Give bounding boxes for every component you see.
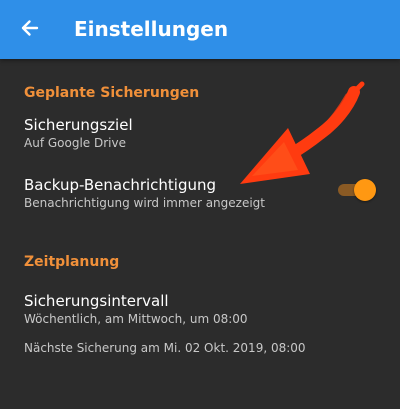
section-header-scheduled-backups: Geplante Sicherungen <box>24 85 200 101</box>
pref-summary: Wöchentlich, am Mittwoch, um 08:00 <box>24 312 248 326</box>
app-bar: Einstellungen <box>0 0 400 59</box>
toggle-thumb <box>354 179 376 201</box>
section-header-scheduling: Zeitplanung <box>24 254 120 270</box>
pref-summary: Benachrichtigung wird immer angezeigt <box>24 196 265 210</box>
pref-title: Backup-Benachrichtigung <box>24 176 217 194</box>
notification-toggle[interactable] <box>338 179 376 201</box>
pref-backup-interval[interactable]: Sicherungsintervall Wöchentlich, am Mitt… <box>0 291 400 361</box>
page-title: Einstellungen <box>74 17 229 41</box>
back-button[interactable] <box>12 10 48 46</box>
pref-summary: Auf Google Drive <box>24 136 126 150</box>
pref-next-backup: Nächste Sicherung am Mi. 02 Okt. 2019, 0… <box>24 341 306 355</box>
pref-backup-destination[interactable]: Sicherungsziel Auf Google Drive <box>0 115 400 155</box>
arrow-left-icon <box>21 20 39 36</box>
pref-title: Sicherungsziel <box>24 116 133 134</box>
pref-backup-notification[interactable]: Backup-Benachrichtigung Benachrichtigung… <box>0 175 400 215</box>
pref-title: Sicherungsintervall <box>24 292 169 310</box>
settings-screen: Einstellungen Geplante Sicherungen Siche… <box>0 0 400 409</box>
